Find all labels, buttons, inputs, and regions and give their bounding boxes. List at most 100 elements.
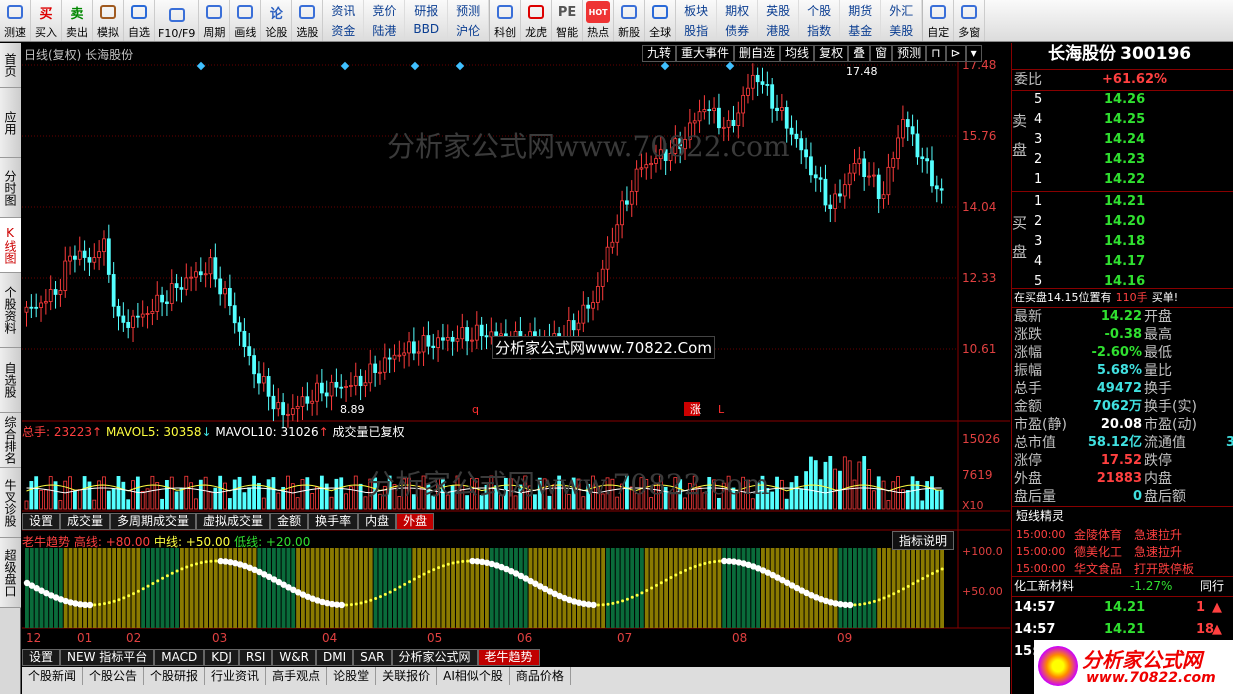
list-button[interactable]: F10/F9	[155, 0, 200, 41]
info-link[interactable]: 资金	[323, 20, 365, 40]
tab-8[interactable]: 超级盘口	[0, 538, 21, 608]
chart-tool-button[interactable]: 叠	[848, 45, 871, 62]
clock-button[interactable]: 周期	[199, 0, 231, 41]
sector-name[interactable]: 化工新材料	[1014, 579, 1074, 593]
market-link[interactable]: 港股	[758, 20, 800, 40]
gavel-button[interactable]: 模拟	[93, 0, 124, 41]
market-link[interactable]: 指数	[799, 20, 841, 40]
ask-price[interactable]: 14.23	[1104, 151, 1145, 169]
ask-price[interactable]: 14.26	[1104, 91, 1145, 109]
info-link[interactable]: BBD	[405, 20, 449, 40]
volume-tab[interactable]: 虚拟成交量	[196, 513, 271, 530]
bid-price[interactable]: 14.18	[1104, 233, 1145, 251]
elf-stock[interactable]: 金陵体育	[1074, 526, 1122, 544]
bottom-tab[interactable]: 关联报价	[376, 667, 438, 685]
star-button[interactable]: 自选	[124, 0, 155, 41]
market-link[interactable]: 板块	[676, 0, 718, 20]
tab-3[interactable]: K线图	[0, 218, 21, 273]
indicator-tab[interactable]: NEW 指标平台	[60, 649, 155, 666]
pen-button[interactable]: 画线	[230, 0, 262, 41]
bottom-tab[interactable]: 高手观点	[266, 667, 328, 685]
tab-0[interactable]: 首页	[0, 43, 21, 88]
chart-tool-button[interactable]: 窗	[870, 45, 893, 62]
bottom-tab[interactable]: AI相似个股	[437, 667, 510, 685]
ask-price[interactable]: 14.25	[1104, 111, 1145, 129]
ask-price[interactable]: 14.22	[1104, 171, 1145, 189]
market-link[interactable]: 基金	[840, 20, 882, 40]
info-link[interactable]: 资讯	[323, 0, 365, 20]
tab-5[interactable]: 自选股	[0, 348, 21, 413]
multiwindow-button[interactable]: 多窗	[954, 0, 986, 41]
chart-tool-button[interactable]: 重大事件	[676, 45, 735, 62]
dropdown-icon[interactable]: ▾	[965, 45, 982, 62]
market-link[interactable]: 美股	[881, 20, 923, 40]
lock-icon[interactable]: ⊓	[926, 45, 946, 62]
speed-button[interactable]: 测速	[0, 0, 31, 41]
pe-button[interactable]: PE 智能	[552, 0, 584, 41]
sell-button[interactable]: 卖卖出	[62, 0, 93, 41]
market-link[interactable]: 债券	[717, 20, 759, 40]
volume-tab[interactable]: 成交量	[60, 513, 111, 530]
volume-tab[interactable]: 设置	[22, 513, 61, 530]
market-link[interactable]: 英股	[758, 0, 800, 20]
tab-6[interactable]: 综合排名	[0, 413, 21, 468]
chart-tool-button[interactable]: 预测	[892, 45, 927, 62]
info-link[interactable]: 沪伦	[448, 20, 490, 40]
tab-4[interactable]: 个股资料	[0, 273, 21, 348]
globe-button[interactable]: 全球	[645, 0, 677, 41]
bottom-tab[interactable]: 个股新闻	[22, 667, 84, 685]
info-link[interactable]: 竞价	[364, 0, 406, 20]
dragon-button[interactable]: 龙虎	[521, 0, 553, 41]
elf-stock[interactable]: 德美化工	[1074, 543, 1122, 561]
market-link[interactable]: 股指	[676, 20, 718, 40]
indicator-tab[interactable]: SAR	[353, 649, 392, 666]
indicator-tab[interactable]: 老牛趋势	[477, 649, 540, 666]
sector-tag[interactable]: 同行	[1200, 577, 1224, 595]
volume-tab[interactable]: 金额	[270, 513, 309, 530]
market-link[interactable]: 个股	[799, 0, 841, 20]
ask-price[interactable]: 14.24	[1104, 131, 1145, 149]
volume-tab[interactable]: 换手率	[308, 513, 359, 530]
indicator-tab[interactable]: 分析家公式网	[391, 649, 478, 666]
tab-7[interactable]: 牛叉诊股	[0, 468, 21, 538]
bottom-tab[interactable]: 个股公告	[83, 667, 145, 685]
volume-tab[interactable]: 多周期成交量	[110, 513, 197, 530]
tab-1[interactable]: 应用	[0, 88, 21, 158]
indicator-tab[interactable]: MACD	[154, 649, 205, 666]
indicator-tab[interactable]: 设置	[22, 649, 61, 666]
new-button[interactable]: 新股	[614, 0, 646, 41]
buy-button[interactable]: 买买入	[31, 0, 62, 41]
indicator-help-button[interactable]: 指标说明	[892, 531, 955, 550]
volume-tab[interactable]: 外盘	[396, 513, 435, 530]
info-link[interactable]: 研报	[405, 0, 449, 20]
market-link[interactable]: 期权	[717, 0, 759, 20]
bottom-tab[interactable]: 个股研报	[144, 667, 206, 685]
info-link[interactable]: 预测	[448, 0, 490, 20]
hot-button[interactable]: HOT 热点	[583, 0, 615, 41]
bottom-tab[interactable]: 商品价格	[510, 667, 571, 685]
market-link[interactable]: 外汇	[881, 0, 923, 20]
bottom-tab[interactable]: 论股堂	[327, 667, 377, 685]
chart-tool-button[interactable]: 均线	[780, 45, 815, 62]
indicator-tab[interactable]: W&R	[272, 649, 316, 666]
chart-tool-button[interactable]: 九转	[642, 45, 677, 62]
bid-price[interactable]: 14.21	[1104, 193, 1145, 211]
indicator-tab[interactable]: DMI	[315, 649, 354, 666]
bid-price[interactable]: 14.20	[1104, 213, 1145, 231]
market-link[interactable]: 期货	[840, 0, 882, 20]
chart-button[interactable]: 科创	[490, 0, 522, 41]
pin-icon[interactable]: ⊳	[945, 45, 966, 62]
chart-tool-button[interactable]: 复权	[814, 45, 849, 62]
volume-tab[interactable]: 内盘	[358, 513, 397, 530]
chart-tool-button[interactable]: 删自选	[734, 45, 781, 62]
search-button[interactable]: 选股	[292, 0, 324, 41]
bottom-tab[interactable]: 行业资讯	[205, 667, 267, 685]
chat-button[interactable]: 论论股	[261, 0, 293, 41]
bid-price[interactable]: 14.17	[1104, 253, 1145, 271]
info-link[interactable]: 陆港	[364, 20, 406, 40]
custom-button[interactable]: 自定	[923, 0, 955, 41]
kline-chart-area[interactable]: 17.48 15.76 14.04 12.33 10.61 15026 7619 X10 +10…	[22, 43, 1010, 667]
indicator-tab[interactable]: KDJ	[204, 649, 239, 666]
tab-2[interactable]: 分时图	[0, 158, 21, 218]
indicator-tab[interactable]: RSI	[238, 649, 273, 666]
